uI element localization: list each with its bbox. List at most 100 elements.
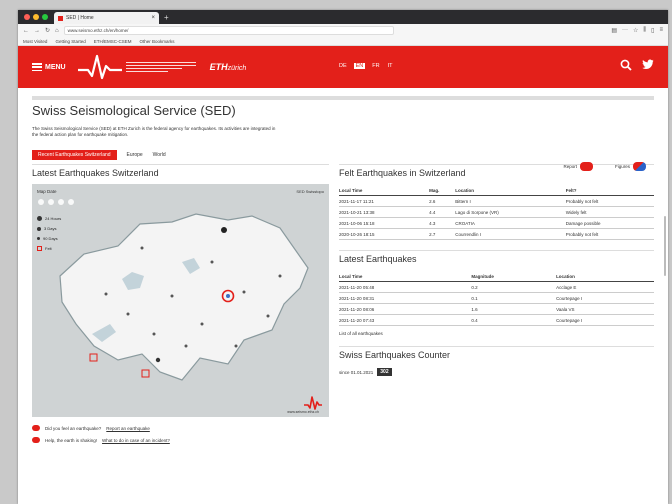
forward-icon[interactable]: →: [34, 28, 40, 34]
fullscreen-icon[interactable]: [68, 199, 74, 205]
table-cell: 2021-10-21 13:38: [339, 206, 430, 218]
address-bar[interactable]: www.seismo.ethz.ch/en/home/: [63, 26, 394, 35]
tab-europe[interactable]: Europe: [127, 152, 143, 158]
bubble-icon: [32, 425, 40, 431]
tables-column: Felt Earthquakes in Switzerland Local Ti…: [339, 164, 654, 443]
menu-label: MENU: [45, 63, 66, 71]
sed-logo-icon[interactable]: [77, 54, 122, 80]
reload-icon[interactable]: ↻: [45, 27, 50, 34]
table-cell: Courrendlin I: [455, 228, 566, 240]
minimize-window-button[interactable]: [33, 14, 39, 20]
table-row[interactable]: 2021-11-20 05:48 0.2 Acclage E: [339, 281, 654, 293]
column-header: Local Time: [339, 186, 430, 196]
table-cell: Lago di Sorpone (VR): [455, 206, 566, 218]
table-cell: 4.4: [429, 206, 456, 218]
hamburger-icon: [32, 63, 42, 71]
bookmark-item[interactable]: Getting Started: [55, 39, 85, 44]
bookmark-star-icon[interactable]: ☆: [633, 27, 638, 34]
all-earthquakes-link[interactable]: List of all earthquakes: [339, 331, 654, 336]
header-icons: [620, 59, 654, 71]
table-cell: Bittern I: [455, 195, 566, 207]
earthquake-map[interactable]: Map Date SED Swisstopo 24 Hours 3 Days 9…: [32, 184, 329, 417]
table-row[interactable]: 2021-11-20 08:06 1.6 Vaala VS: [339, 303, 654, 315]
site-header: MENU ETHzürich DE EN FR IT: [18, 46, 668, 88]
felt-report-link: Did you feel an earthquake? Report an ea…: [32, 425, 329, 431]
browser-tab[interactable]: SED | Home ×: [54, 12, 159, 24]
earthquake-counter: since 01.01.2021 302: [339, 368, 654, 376]
latest-table: Local Time Magnitude Location 2021-11-20…: [339, 272, 654, 326]
table-cell: 2021-11-20 08:31: [339, 292, 472, 304]
map-controls: [38, 199, 74, 205]
table-cell: Courtepage I: [556, 292, 654, 304]
new-tab-icon[interactable]: +: [164, 13, 169, 22]
table-header: Local Time Magnitude Location: [339, 272, 654, 282]
close-tab-icon[interactable]: ×: [151, 15, 155, 21]
sidebar-icon[interactable]: ▯: [651, 27, 654, 34]
column-header: Location: [455, 186, 566, 196]
counter-value: 302: [377, 368, 392, 376]
layers-icon[interactable]: [58, 199, 64, 205]
other-bookmarks[interactable]: Other Bookmarks: [139, 39, 663, 44]
legend-item: 24 Hours: [37, 216, 61, 221]
bookmarks-bar: Most Visited Getting Started ETH/EMSC-CS…: [18, 37, 668, 46]
column-header: Location: [556, 272, 654, 282]
what-to-do-link[interactable]: What to do in case of an incident?: [102, 438, 170, 443]
table-cell: Courtepage I: [556, 314, 654, 326]
tab-world[interactable]: World: [153, 152, 166, 158]
close-window-button[interactable]: [24, 14, 30, 20]
reader-icon[interactable]: ▤: [611, 27, 617, 34]
bookmark-item[interactable]: Most Visited: [23, 39, 47, 44]
figures-icon: [633, 162, 646, 171]
lang-en[interactable]: EN: [353, 63, 366, 69]
table-row[interactable]: 2021-11-20 08:31 0.1 Courtepage I: [339, 292, 654, 304]
report-earthquake-link[interactable]: Report an earthquake: [106, 426, 150, 431]
column-header: Felt?: [565, 186, 654, 196]
table-row[interactable]: 2020-10-26 18:15 2.7 Courrendlin I Probably…: [339, 228, 654, 240]
map-legend: 24 Hours 3 Days 90 Days Felt: [37, 216, 61, 251]
table-cell: Damage possible: [565, 217, 654, 229]
table-row[interactable]: 2021-11-17 11:21 2.6 Bittern I Probably not…: [339, 195, 654, 207]
table-cell: CROATIA: [455, 217, 566, 229]
tab-title: SED | Home: [66, 15, 94, 21]
figures-button[interactable]: Figures: [615, 162, 646, 171]
bookmark-item[interactable]: ETH/EMSC-CSEM: [94, 39, 132, 44]
report-icon: [579, 162, 593, 171]
help-link: Help, the earth is shaking! What to do i…: [32, 437, 329, 443]
eth-logo[interactable]: ETHzürich: [210, 62, 247, 72]
table-cell: 2.7: [429, 228, 456, 240]
table-row[interactable]: 2021-10-21 13:38 4.4 Lago di Sorpone (VR) W…: [339, 206, 654, 218]
switzerland-map: [59, 213, 309, 381]
table-cell: 2020-10-26 18:15: [339, 228, 430, 240]
legend-item: Felt: [37, 246, 61, 251]
intro-text: The Swiss Seismological Service (SED) at…: [32, 126, 276, 137]
divider: [32, 96, 654, 100]
back-icon[interactable]: ←: [23, 28, 29, 34]
column-header: Magnitude: [471, 272, 557, 282]
table-row[interactable]: 2021-11-20 07:43 0.4 Courtepage I: [339, 314, 654, 326]
zoom-out-icon[interactable]: [48, 199, 54, 205]
menu-icon[interactable]: ≡: [659, 27, 663, 34]
maximize-window-button[interactable]: [42, 14, 48, 20]
table-cell: 2021-11-17 11:21: [339, 195, 430, 207]
library-icon[interactable]: ⫼: [643, 27, 646, 34]
report-button[interactable]: Report: [563, 162, 593, 171]
scrollbar[interactable]: [664, 216, 666, 276]
lang-fr[interactable]: FR: [371, 63, 380, 69]
felt-table: Local Time Mag. Location Felt? 2021-11-1…: [339, 186, 654, 240]
sed-logo-text: [125, 61, 196, 73]
menu-button[interactable]: MENU: [32, 63, 66, 71]
legend-item: 3 Days: [37, 226, 61, 231]
zoom-in-icon[interactable]: [38, 199, 44, 205]
home-icon[interactable]: ⌂: [55, 28, 59, 34]
language-switcher: DE EN FR IT: [338, 63, 394, 69]
table-cell: Vaala VS: [556, 303, 654, 315]
lang-it[interactable]: IT: [387, 63, 394, 69]
twitter-icon[interactable]: [642, 59, 654, 70]
search-icon[interactable]: [620, 59, 632, 71]
tab-switzerland[interactable]: Recent Earthquakes Switzerland: [32, 150, 117, 160]
more-icon[interactable]: ···: [622, 27, 628, 34]
table-row[interactable]: 2021-10-06 15:18 4.3 CROATIA Damage possibl…: [339, 217, 654, 229]
bubble-icon: [32, 437, 40, 443]
table-cell: Widely felt: [565, 206, 654, 218]
lang-de[interactable]: DE: [338, 63, 348, 69]
